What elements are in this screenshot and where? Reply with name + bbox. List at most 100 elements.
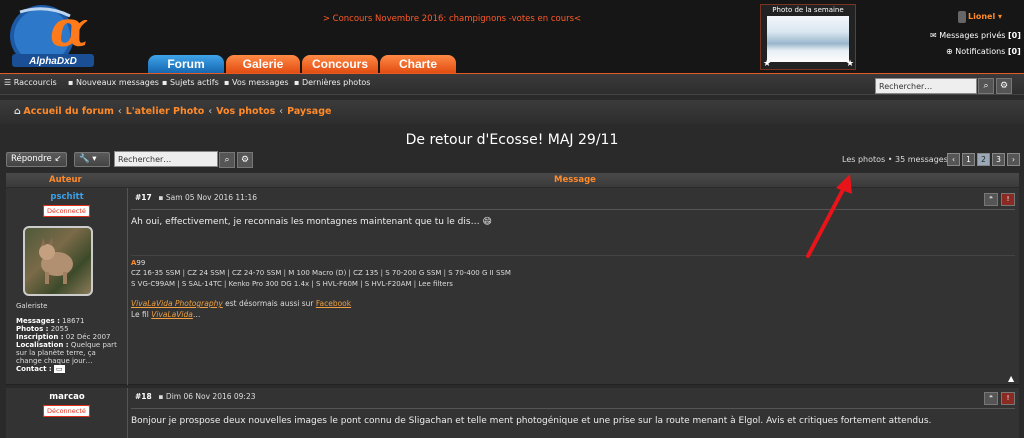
post-author-name[interactable]: marcao xyxy=(6,392,128,402)
post-18-author-panel: marcao Déconnecté xyxy=(6,388,128,438)
posts-table-header: Auteur Message xyxy=(6,173,1019,187)
file-icon: ▪ xyxy=(224,78,230,87)
breadcrumb-home[interactable]: Accueil du forum xyxy=(23,106,114,117)
nav-active-topics[interactable]: ▪ Sujets actifs xyxy=(162,78,219,87)
photo-of-week-title: Photo de la semaine xyxy=(772,6,844,14)
tab-concours[interactable]: Concours xyxy=(302,55,378,73)
tab-charte[interactable]: Charte xyxy=(380,55,456,73)
wrench-icon: 🔧 xyxy=(79,154,90,164)
notifications-link[interactable]: ⊕ Notifications [0] xyxy=(946,47,1021,56)
reply-button[interactable]: Répondre ↙ xyxy=(6,152,67,167)
private-messages-count: [0] xyxy=(1007,31,1021,40)
nav-new-messages[interactable]: ▪ Nouveaux messages xyxy=(68,78,159,87)
caret-down-icon: ▾ xyxy=(92,154,97,164)
post-author-name[interactable]: pschitt xyxy=(6,192,128,202)
count-label[interactable]: Les photos xyxy=(842,155,885,164)
count-value: • 35 messages xyxy=(887,155,948,164)
fil-vivalavida-link[interactable]: VivaLaVida xyxy=(151,310,193,319)
breadcrumb-separator: ‹ xyxy=(208,106,213,117)
column-message: Message xyxy=(554,175,596,185)
stat-label: Localisation : xyxy=(16,341,69,349)
caret-down-icon: ▾ xyxy=(998,12,1003,21)
file-icon: ▪ xyxy=(68,78,74,87)
breadcrumb-separator: ‹ xyxy=(279,106,284,117)
user-photos-stat: Photos : 2055 xyxy=(16,325,69,333)
nav-your-messages[interactable]: ▪ Vos messages xyxy=(224,78,289,87)
contest-promo-link[interactable]: > Concours Novembre 2016: champignons -v… xyxy=(262,14,642,24)
signature-brand-rest: 99 xyxy=(136,259,146,267)
user-avatar-mini[interactable] xyxy=(958,11,966,23)
divider xyxy=(131,209,1015,210)
signature-text: Le fil xyxy=(131,310,152,319)
stat-value: 02 Déc 2007 xyxy=(65,333,111,341)
gear-icon[interactable]: ⚙ xyxy=(237,152,253,168)
topic-search-input[interactable]: Rechercher… xyxy=(114,151,218,167)
reply-label: Répondre xyxy=(11,154,52,164)
user-contact: Contact : ▭ xyxy=(16,365,65,373)
post-number[interactable]: #17 xyxy=(135,193,152,202)
vivalavida-link[interactable]: VivaLaVida Photography xyxy=(131,299,223,308)
pagination-prev[interactable]: ‹ xyxy=(947,153,960,166)
nav-latest-photos-label: Dernières photos xyxy=(301,78,371,87)
facebook-link[interactable]: Facebook xyxy=(316,299,351,308)
gear-icon[interactable]: ⚙ xyxy=(996,78,1012,94)
post-number[interactable]: #18 xyxy=(135,392,152,401)
post-body: Bonjour je prospose deux nouvelles image… xyxy=(131,416,932,426)
quote-icon[interactable]: ❝ xyxy=(984,193,998,206)
pagination-page-3[interactable]: 3 xyxy=(992,153,1005,166)
username: Lionel xyxy=(968,12,996,21)
chat-icon[interactable]: ▭ xyxy=(53,365,65,373)
nav-latest-photos[interactable]: ▪ Dernières photos xyxy=(294,78,370,87)
tab-galerie[interactable]: Galerie xyxy=(226,55,300,73)
nav-active-topics-label: Sujets actifs xyxy=(169,78,219,87)
avatar[interactable] xyxy=(23,226,93,296)
signature-links: VivaLaVida Photography est désormais aus… xyxy=(131,299,351,308)
signature-gear-line1: CZ 16-35 SSM | CZ 24 SSM | CZ 24-70 SSM … xyxy=(131,269,511,277)
pagination-next[interactable]: › xyxy=(1007,153,1020,166)
report-icon[interactable]: ! xyxy=(1001,193,1015,206)
report-icon[interactable]: ! xyxy=(1001,392,1015,405)
topic-tools-button[interactable]: 🔧 ▾ xyxy=(74,152,110,167)
column-author: Auteur xyxy=(49,175,82,185)
svg-text:AlphaDxD: AlphaDxD xyxy=(28,56,77,67)
pagination-page-2[interactable]: 2 xyxy=(977,153,990,166)
stat-value: 2055 xyxy=(50,325,69,333)
search-icon[interactable]: ⌕ xyxy=(978,78,994,94)
stat-value: 18671 xyxy=(62,317,85,325)
tab-forum[interactable]: Forum xyxy=(148,55,224,73)
user-inscription-stat: Inscription : 02 Déc 2007 xyxy=(16,333,111,341)
breadcrumb-atelier[interactable]: L'atelier Photo xyxy=(126,106,205,117)
site-logo[interactable]: α AlphaDxD xyxy=(6,0,102,72)
global-search-input[interactable]: Rechercher… xyxy=(875,78,977,94)
breadcrumb-vos-photos[interactable]: Vos photos xyxy=(216,106,275,117)
user-messages-stat: Messages : 18671 xyxy=(16,317,84,325)
photo-of-week-box[interactable]: Photo de la semaine ★ ★ xyxy=(760,4,856,70)
nav-shortcuts[interactable]: ☰ Raccourcis xyxy=(4,78,57,87)
notifications-count: [0] xyxy=(1007,47,1021,56)
stat-label: Messages : xyxy=(16,317,60,325)
svg-text:α: α xyxy=(50,2,88,58)
file-icon: ▪ xyxy=(294,78,300,87)
post-header: #18 ▪ Dim 06 Nov 2016 09:23 xyxy=(135,392,256,401)
photo-of-week-image[interactable] xyxy=(767,16,849,62)
home-icon: ⌂ xyxy=(14,106,21,117)
search-icon[interactable]: ⌕ xyxy=(219,152,235,168)
topic-title[interactable]: De retour d'Ecosse! MAJ 29/11 xyxy=(0,132,1024,148)
pagination-page-1[interactable]: 1 xyxy=(962,153,975,166)
stat-label: Contact : xyxy=(16,365,52,373)
status-badge: Déconnecté xyxy=(43,205,90,217)
signature-brand: A99 xyxy=(131,259,145,267)
breadcrumb-paysage[interactable]: Paysage xyxy=(287,106,331,117)
stat-value: Quelque part xyxy=(70,341,117,349)
quote-icon[interactable]: ❝ xyxy=(984,392,998,405)
signature-gear-line2: S VG-C99AM | S SAL-14TC | Kenko Pro 300 … xyxy=(131,280,453,288)
private-messages-link[interactable]: ✉ Messages privés [0] xyxy=(930,31,1021,40)
signature-text: … xyxy=(192,310,201,319)
back-to-top-icon[interactable]: ▲ xyxy=(1008,374,1014,383)
menu-icon: ☰ xyxy=(4,78,12,87)
post-17-author-panel: pschitt Déconnecté Galeriste Messages : … xyxy=(6,188,128,385)
divider xyxy=(131,408,1015,409)
post-count: Les photos • 35 messages xyxy=(842,155,948,164)
nav-your-messages-label: Vos messages xyxy=(231,78,289,87)
user-menu[interactable]: Lionel ▾ xyxy=(968,12,1002,21)
